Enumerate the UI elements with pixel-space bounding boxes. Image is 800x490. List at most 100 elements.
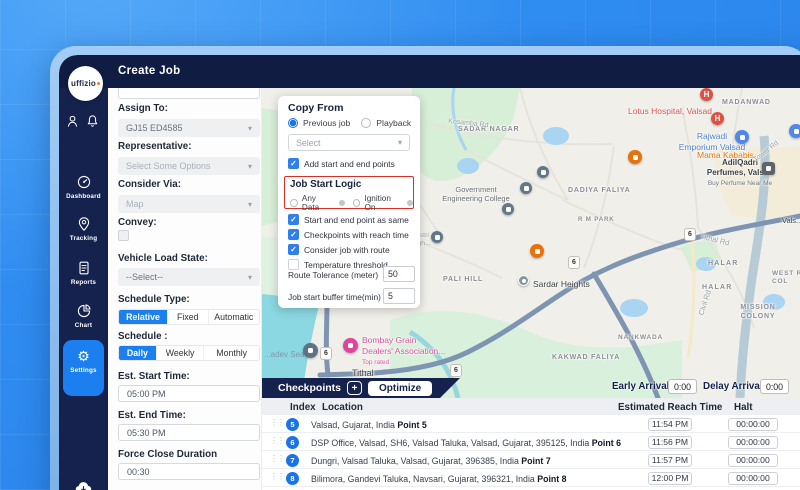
playback-radio[interactable] bbox=[361, 118, 371, 128]
halt-input[interactable]: 00:00:00 bbox=[728, 472, 778, 485]
temperature-checkbox[interactable] bbox=[288, 259, 299, 270]
est-start-input[interactable]: 05:00 PM bbox=[118, 385, 260, 402]
building-marker-icon bbox=[762, 162, 775, 175]
gear-icon: ⚙ bbox=[77, 348, 90, 364]
add-start-end-checkbox[interactable] bbox=[288, 158, 299, 169]
same-point-checkbox-row[interactable]: Start and end point as same bbox=[288, 214, 409, 225]
app-logo: uffizio bbox=[68, 66, 103, 101]
optimize-button[interactable]: Optimize bbox=[368, 381, 432, 396]
reach-time-input[interactable]: 12:00 PM bbox=[648, 472, 692, 485]
location-text: Bilimora, Gandevi Taluka, Navsari, Gujar… bbox=[311, 474, 537, 484]
with-route-checkbox-row[interactable]: Consider job with route bbox=[288, 244, 390, 255]
buffer-time-label: Job start buffer time(min) bbox=[288, 292, 381, 302]
delay-arrival-label: Delay Arrival bbox=[703, 381, 763, 392]
highway-shield-icon: 6 bbox=[450, 364, 462, 377]
index-badge: 5 bbox=[286, 418, 299, 431]
point-label: Point 7 bbox=[521, 456, 550, 466]
reach-time-input[interactable]: 11:56 PM bbox=[648, 436, 692, 449]
index-badge: 6 bbox=[286, 436, 299, 449]
point-label: Point 6 bbox=[592, 438, 621, 448]
sidebar-item-reports[interactable]: Reports bbox=[59, 260, 108, 286]
force-close-input[interactable]: 00:30 bbox=[118, 463, 260, 480]
previous-job-radio[interactable] bbox=[288, 118, 298, 128]
job-start-logic-outline: Job Start Logic Any Data Ignition On bbox=[284, 176, 414, 209]
convey-checkbox[interactable] bbox=[118, 230, 129, 241]
add-start-end-checkbox-row[interactable]: Add start and end points bbox=[288, 158, 395, 169]
temperature-checkbox-row[interactable]: Temperature threshold bbox=[288, 259, 388, 270]
desktop-background: Lotus Hospital, Valsad SADAR NAGAR MADAN… bbox=[0, 0, 800, 490]
table-row: ⋮⋮ 6 DSP Office, Valsad, SH6, Valsad Tal… bbox=[262, 433, 800, 451]
schedule-monthly[interactable]: Monthly bbox=[204, 346, 259, 360]
sidebar-item-dashboard[interactable]: Dashboard bbox=[59, 174, 108, 200]
drag-handle-icon[interactable]: ⋮⋮ bbox=[270, 454, 284, 463]
info-dot-icon bbox=[339, 200, 345, 206]
route-tolerance-input[interactable]: 50 bbox=[383, 266, 415, 282]
schedule-type-fixed[interactable]: Fixed bbox=[168, 310, 209, 324]
consider-via-select[interactable]: Map▾ bbox=[118, 195, 260, 213]
transit-marker-icon bbox=[520, 182, 532, 194]
add-checkpoint-button[interactable]: + bbox=[347, 381, 362, 395]
table-row: ⋮⋮ 7 Dungri, Valsad Taluka, Valsad, Guja… bbox=[262, 451, 800, 469]
route-tolerance-label: Route Tolerance (meter) bbox=[288, 270, 378, 280]
point-label: Point 5 bbox=[397, 420, 426, 430]
vehicle-load-select[interactable]: --Select--▾ bbox=[118, 268, 260, 286]
chevron-down-icon: ▾ bbox=[248, 273, 252, 282]
representative-select[interactable]: Select Some Options▾ bbox=[118, 157, 260, 175]
schedule-type-relative[interactable]: Relative bbox=[119, 310, 168, 324]
reach-time-checkbox-row[interactable]: Checkpoints with reach time bbox=[288, 229, 409, 240]
map-label-water: ...adev Sea bbox=[264, 350, 304, 360]
assign-to-select[interactable]: GJ15 ED4585▾ bbox=[118, 119, 260, 137]
header-index: Index bbox=[290, 402, 316, 413]
sidebar-cloud-download[interactable] bbox=[59, 480, 108, 490]
map-label-area: HALAR bbox=[708, 260, 739, 269]
reach-time-checkbox[interactable] bbox=[288, 229, 299, 240]
copy-from-select[interactable]: Select ▾ bbox=[288, 134, 410, 151]
with-route-checkbox[interactable] bbox=[288, 244, 299, 255]
schedule-type-automatic[interactable]: Automatic bbox=[209, 310, 259, 324]
previous-job-label: Previous job bbox=[303, 118, 350, 128]
halt-input[interactable]: 00:00:00 bbox=[728, 454, 778, 467]
schedule-daily[interactable]: Daily bbox=[119, 346, 157, 360]
map-label-town: Tithal bbox=[352, 368, 374, 379]
sidebar-item-tracking[interactable]: Tracking bbox=[59, 216, 108, 242]
location-text: DSP Office, Valsad, SH6, Valsad Taluka, … bbox=[311, 438, 592, 448]
reach-time-input[interactable]: 11:57 PM bbox=[648, 454, 692, 467]
any-data-label: Any Data bbox=[302, 194, 335, 212]
shopping-bag-marker-icon bbox=[735, 130, 749, 144]
hospital-marker-icon: H bbox=[700, 88, 713, 101]
force-close-label: Force Close Duration bbox=[118, 449, 217, 460]
app-window: Lotus Hospital, Valsad SADAR NAGAR MADAN… bbox=[59, 55, 800, 490]
location-text: Valsad, Gujarat, India bbox=[311, 420, 397, 430]
ignition-on-radio[interactable] bbox=[353, 199, 361, 207]
grain-market-marker-icon bbox=[343, 338, 358, 353]
sidebar-item-chart[interactable]: Chart bbox=[59, 303, 108, 329]
location-text: Dungri, Valsad Taluka, Valsad, Gujarat, … bbox=[311, 456, 521, 466]
user-icon[interactable] bbox=[65, 114, 80, 129]
header-location: Location bbox=[322, 402, 363, 413]
representative-label: Representative: bbox=[118, 141, 192, 152]
transit-marker-icon bbox=[502, 203, 514, 215]
est-end-input[interactable]: 05:30 PM bbox=[118, 424, 260, 441]
sidebar-item-settings[interactable]: ⚙ Settings bbox=[59, 348, 108, 374]
chevron-down-icon: ▾ bbox=[248, 200, 252, 209]
map-label-area: PALI HILL bbox=[443, 276, 483, 285]
drag-handle-icon[interactable]: ⋮⋮ bbox=[270, 472, 284, 481]
drag-handle-icon[interactable]: ⋮⋮ bbox=[270, 436, 284, 445]
schedule-weekly[interactable]: Weekly bbox=[157, 346, 205, 360]
reach-time-input[interactable]: 11:54 PM bbox=[648, 418, 692, 431]
map-label-business: Bombay Grain Dealers' Association... Top… bbox=[362, 335, 445, 367]
early-arrival-input[interactable]: 0:00 bbox=[668, 379, 697, 394]
bell-icon[interactable] bbox=[85, 114, 100, 129]
schedule-type-label: Schedule Type: bbox=[118, 294, 190, 305]
any-data-radio[interactable] bbox=[290, 199, 298, 207]
delay-arrival-input[interactable]: 0:00 bbox=[760, 379, 789, 394]
restaurant-marker-icon bbox=[628, 150, 642, 164]
map-label-area: MADANWAD bbox=[722, 99, 771, 108]
buffer-time-input[interactable]: 5 bbox=[383, 288, 415, 304]
same-point-checkbox[interactable] bbox=[288, 214, 299, 225]
map-label-poi: Sardar Heights bbox=[533, 279, 590, 290]
halt-input[interactable]: 00:00:00 bbox=[728, 418, 778, 431]
consider-via-label: Consider Via: bbox=[118, 179, 181, 190]
halt-input[interactable]: 00:00:00 bbox=[728, 436, 778, 449]
drag-handle-icon[interactable]: ⋮⋮ bbox=[270, 418, 284, 427]
